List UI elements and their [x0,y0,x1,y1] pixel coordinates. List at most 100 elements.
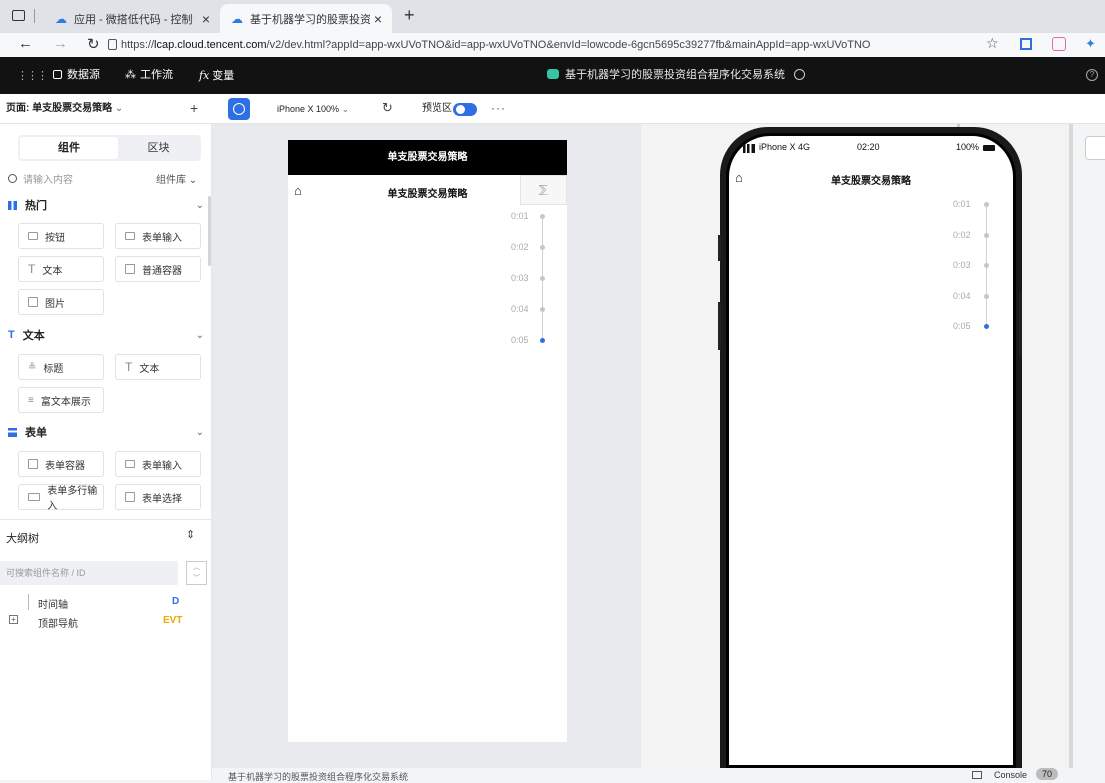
node-tag-d: D [172,596,180,607]
help-icon[interactable]: ? [1086,69,1098,81]
console-icon[interactable] [972,771,982,779]
phone-side-button [1019,293,1022,355]
nav-variables[interactable]: fx 变量 [199,57,234,94]
component-rich-text[interactable]: ≡ 富文本展示 [18,387,104,413]
expand-node-icon[interactable]: + [9,615,18,624]
chevron-down-icon[interactable]: ﹀ [187,573,206,584]
add-page-icon[interactable]: + [190,100,198,116]
component-form-input[interactable]: 表单输入 [115,223,201,249]
database-icon [53,70,62,79]
search-icon [8,173,17,183]
timeline-time: 0:02 [511,242,529,252]
timeline-dot [984,293,989,299]
nav-workflow-label: 工作流 [140,69,173,81]
component-form-container[interactable]: 表单容器 [18,451,104,477]
nav-datasource[interactable]: 数据源 [53,57,100,94]
hot-section-icon [8,200,17,210]
timeline-dot [984,232,989,238]
chevron-up-icon[interactable]: ︿ [187,562,206,573]
status-carrier: iPhone X 4G [759,142,811,152]
tab-components[interactable]: 组件 [20,137,118,159]
timeline-dot [540,276,545,281]
component-search-input[interactable]: 请输入内容 [8,170,128,186]
component-text[interactable]: T 文本 [18,256,104,282]
reload-icon[interactable]: ↻ [87,35,100,53]
outline-node-timeline[interactable]: 时间轴 [38,596,68,611]
outline-search-placeholder: 可搜索组件名称 / ID [6,568,86,578]
timeline-time: 0:03 [511,273,529,283]
chevron-down-icon: ⌄ [195,329,204,341]
browser-tab-app[interactable]: ☁ 基于机器学习的股票投资组合程 × [220,4,392,33]
refresh-icon[interactable]: ↻ [382,100,393,116]
timeline-dot [540,307,545,312]
tab-title: 基于机器学习的股票投资组合程 [250,13,370,26]
cloud-icon: ☁ [231,11,243,26]
outline-title: 大纲树 [6,533,39,545]
component-container[interactable]: 普通容器 [115,256,201,282]
timeline-time: 0:04 [511,304,529,314]
component-label: 按钮 [45,232,65,244]
extension-bird-icon[interactable]: ✦ [1085,36,1096,52]
close-tab-icon[interactable]: × [374,11,382,27]
canvas-header-bar[interactable]: 单支股票交易策略 [288,140,567,175]
component-text-2[interactable]: T 文本 [115,354,201,380]
outline-expand-icon[interactable]: ⇕ [186,528,195,541]
browser-tab-console[interactable]: ☁ 应用 - 微搭低代码 - 控制台 × [44,4,220,33]
component-label: 标题 [43,363,64,375]
timeline-time: 0:05 [953,321,971,331]
component-button[interactable]: 按钮 [18,223,104,249]
outline-search-input[interactable]: 可搜索组件名称 / ID [0,561,178,585]
canvas-device-frame[interactable]: 单支股票交易策略 ⌂ 单支股票交易策略 ⅀ [288,140,567,742]
component-form-input-2[interactable]: 表单输入 [115,451,201,477]
toggle-knob [456,105,465,114]
tab-blocks[interactable]: 区块 [118,137,199,159]
outline-node-label: 时间轴 [38,600,68,611]
preview-scrollbar[interactable] [1069,124,1073,768]
device-selector[interactable]: iPhone X 100% ⌄ [277,94,349,124]
signal-icon [743,144,755,153]
outline-node-label: 顶部导航 [38,619,78,630]
apps-grid-icon[interactable]: ⋮⋮⋮ [17,69,48,82]
outline-node-topnav[interactable]: 顶部导航 [38,615,78,630]
console-button[interactable]: Console [994,770,1027,780]
preview-toggle[interactable] [453,103,477,116]
outline-stepper[interactable]: ︿ ﹀ [186,561,207,585]
profile-icon[interactable] [1052,37,1066,51]
preview-nav-title: 单支股票交易策略 [831,176,911,187]
component-label: 表单多行输入 [47,486,98,512]
component-image[interactable]: 图片 [18,289,104,315]
component-form-select[interactable]: 表单选择 [115,484,201,510]
new-tab-icon[interactable]: + [404,5,415,26]
back-icon[interactable]: ← [18,35,33,52]
nav-workflow[interactable]: ⁂ 工作流 [125,57,173,94]
page-selector[interactable]: 页面: 单支股票交易策略 ⌄ [6,94,123,124]
favorite-icon[interactable]: ☆ [986,35,999,52]
section-form[interactable]: 表单 ⌄ [8,423,204,441]
sidebar-scrollbar[interactable] [208,196,211,266]
mode-toggle-button[interactable] [228,98,250,120]
sidebar-toggle-icon[interactable] [12,10,25,21]
function-icon: fx [199,69,210,82]
tab-title: 应用 - 微搭低代码 - 控制台 [74,13,194,26]
component-label: 表单输入 [142,460,182,472]
component-form-textarea[interactable]: 表单多行输入 [18,484,104,512]
section-hot[interactable]: 热门 ⌄ [8,196,204,214]
right-panel-edge[interactable] [1085,136,1105,160]
form-section-icon [8,427,17,437]
component-label: 富文本展示 [40,396,91,408]
component-library-dropdown[interactable]: 组件库 ⌄ [156,171,197,186]
component-label: 表单输入 [142,232,182,244]
component-heading[interactable]: ≗ 标题 [18,354,104,380]
section-text[interactable]: T 文本 ⌄ [8,326,204,344]
forward-icon[interactable]: → [53,35,68,52]
url-field[interactable]: https://lcap.cloud.tencent.com/v2/dev.ht… [121,33,870,57]
canvas-nav-action[interactable]: ⅀ [520,175,567,205]
timeline-time: 0:04 [953,290,971,301]
timeline-dot [984,263,989,268]
close-tab-icon[interactable]: × [202,11,210,27]
more-icon[interactable]: ··· [491,101,506,115]
timeline-time: 0:05 [511,335,529,345]
extension-icon[interactable] [1020,38,1032,50]
form-container-icon [28,459,38,469]
component-label: 普通容器 [142,265,182,277]
